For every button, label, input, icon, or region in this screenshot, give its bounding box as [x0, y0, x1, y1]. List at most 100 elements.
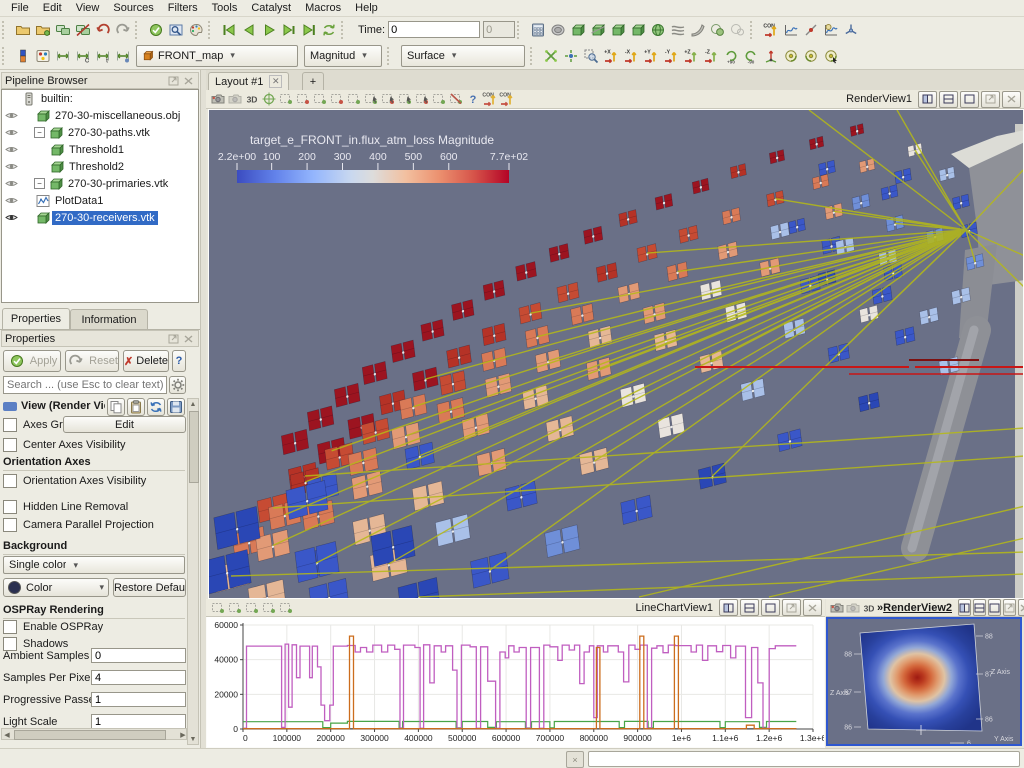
visibility-eye-icon[interactable]: [2, 213, 20, 222]
select-frustum-points-icon[interactable]: [328, 91, 345, 107]
find-data-icon[interactable]: [166, 20, 186, 40]
close-view-button[interactable]: [183, 73, 194, 88]
background-color-button[interactable]: Color ▾: [3, 578, 109, 597]
grow-selection-icon[interactable]: [430, 91, 447, 107]
glyph-icon[interactable]: [648, 20, 668, 40]
undo-icon[interactable]: [93, 20, 113, 40]
paste-properties-button[interactable]: [127, 398, 145, 416]
maximize-button[interactable]: [988, 599, 1001, 616]
ungroup-icon[interactable]: [728, 20, 748, 40]
shadows-checkbox[interactable]: [3, 637, 17, 651]
first-frame-icon[interactable]: [219, 20, 239, 40]
properties-vscrollbar[interactable]: ▲▼: [187, 398, 199, 745]
float-panel-button[interactable]: [165, 332, 180, 346]
restore-defaults-button[interactable]: Restore Defau: [113, 578, 186, 597]
view-minus-x-icon[interactable]: -X: [621, 46, 641, 66]
refresh-properties-button[interactable]: [147, 398, 165, 416]
component-select[interactable]: Magnitud▾: [304, 45, 382, 67]
help-icon[interactable]: ?: [464, 91, 481, 107]
reset-button[interactable]: Reset: [65, 350, 119, 372]
tab-properties[interactable]: Properties: [2, 308, 70, 329]
close-view-button[interactable]: [1018, 599, 1024, 616]
select-chart-poly-icon[interactable]: [226, 600, 243, 616]
close-tab-icon[interactable]: ✕: [269, 75, 282, 88]
3d-toggle[interactable]: 3D: [861, 600, 877, 616]
time-input[interactable]: [388, 21, 480, 38]
menu-sources[interactable]: Sources: [106, 1, 160, 15]
rescale-visible-icon[interactable]: [113, 46, 133, 66]
pipeline-item-threshold2[interactable]: Threshold2: [2, 158, 198, 175]
interactive-points-icon[interactable]: [379, 91, 396, 107]
color-palette-icon[interactable]: [186, 20, 206, 40]
link-camera-icon[interactable]: [845, 600, 861, 616]
pipeline-item-270-30-paths-vtk[interactable]: −270-30-paths.vtk: [2, 124, 198, 141]
close-view-button[interactable]: [1002, 91, 1021, 108]
close-view-button[interactable]: [803, 599, 822, 616]
loop-icon[interactable]: [319, 20, 339, 40]
rescale-custom-range-icon[interactable]: C: [73, 46, 93, 66]
view-plus-y-icon[interactable]: +Y: [641, 46, 661, 66]
probe-location-icon[interactable]: [801, 20, 821, 40]
center-axes-checkbox[interactable]: [3, 438, 17, 452]
view-minus-z-icon[interactable]: -Z: [701, 46, 721, 66]
zoom-to-box-icon[interactable]: [581, 46, 601, 66]
play-icon[interactable]: [259, 20, 279, 40]
ambient-samples-input[interactable]: [91, 648, 186, 663]
select-chart-toggle-icon[interactable]: [260, 600, 277, 616]
link-camera-icon[interactable]: [226, 91, 243, 107]
visibility-eye-icon[interactable]: [2, 145, 20, 154]
calculator-icon[interactable]: [528, 20, 548, 40]
rescale-data-range-icon[interactable]: [53, 46, 73, 66]
samples-per-pixel-input[interactable]: [91, 670, 186, 685]
tree-expander[interactable]: −: [34, 178, 45, 189]
popout-button[interactable]: [981, 91, 1000, 108]
split-vertical-button[interactable]: [939, 91, 958, 108]
load-state-icon[interactable]: [33, 20, 53, 40]
reset-camera-icon[interactable]: [541, 46, 561, 66]
help-button[interactable]: ?: [172, 350, 186, 372]
roll-cw-icon[interactable]: [781, 46, 801, 66]
warp-icon[interactable]: [688, 20, 708, 40]
orientation-axes-icon[interactable]: [841, 20, 861, 40]
menu-file[interactable]: File: [4, 1, 36, 15]
maximize-button[interactable]: [960, 91, 979, 108]
float-panel-button[interactable]: [165, 74, 180, 88]
plot-over-time-icon[interactable]: [821, 20, 841, 40]
background-mode-select[interactable]: Single color▾: [3, 556, 185, 574]
axes-grid-checkbox[interactable]: [3, 418, 17, 432]
layout-tab[interactable]: Layout #1✕: [208, 72, 289, 90]
popout-button[interactable]: [782, 599, 801, 616]
menu-filters[interactable]: Filters: [161, 1, 205, 15]
search-options-gear-icon[interactable]: [169, 376, 186, 394]
copy-properties-button[interactable]: [107, 398, 125, 416]
connect-server-icon[interactable]: [53, 20, 73, 40]
select-chart-add-icon[interactable]: [243, 600, 260, 616]
pipeline-item-270-30-primaries-vtk[interactable]: −270-30-primaries.vtk: [2, 175, 198, 192]
edit-color-map-icon[interactable]: [33, 46, 53, 66]
select-chart-rect-icon[interactable]: [209, 600, 226, 616]
new-layout-tab[interactable]: +: [302, 72, 324, 90]
auto-apply-icon[interactable]: [146, 20, 166, 40]
previous-frame-icon[interactable]: [239, 20, 259, 40]
contour-icon[interactable]: [548, 20, 568, 40]
visibility-eye-icon[interactable]: [2, 128, 20, 137]
quartile-chart-icon[interactable]: [781, 20, 801, 40]
pipeline-item-builtin-[interactable]: builtin:: [2, 90, 198, 107]
select-block-icon[interactable]: [345, 91, 362, 107]
visibility-eye-icon[interactable]: [2, 162, 20, 171]
visibility-eye-icon[interactable]: [2, 196, 20, 205]
rescale-temporal-icon[interactable]: t: [93, 46, 113, 66]
camera-orientation-icon[interactable]: [761, 46, 781, 66]
hover-cells-icon[interactable]: [396, 91, 413, 107]
split-horizontal-button[interactable]: [719, 599, 738, 616]
adjust-camera-icon[interactable]: [829, 600, 845, 616]
popout-button[interactable]: [168, 331, 179, 346]
open-file-icon[interactable]: [13, 20, 33, 40]
progressive-passes-input[interactable]: [91, 692, 186, 707]
rotate-90-ccw-icon[interactable]: -90: [741, 46, 761, 66]
last-frame-icon[interactable]: [299, 20, 319, 40]
threshold-icon[interactable]: [608, 20, 628, 40]
split-view-icon[interactable]: -ICON: [761, 20, 781, 40]
tree-expander[interactable]: −: [34, 127, 45, 138]
enable-ospray-checkbox[interactable]: [3, 620, 17, 634]
